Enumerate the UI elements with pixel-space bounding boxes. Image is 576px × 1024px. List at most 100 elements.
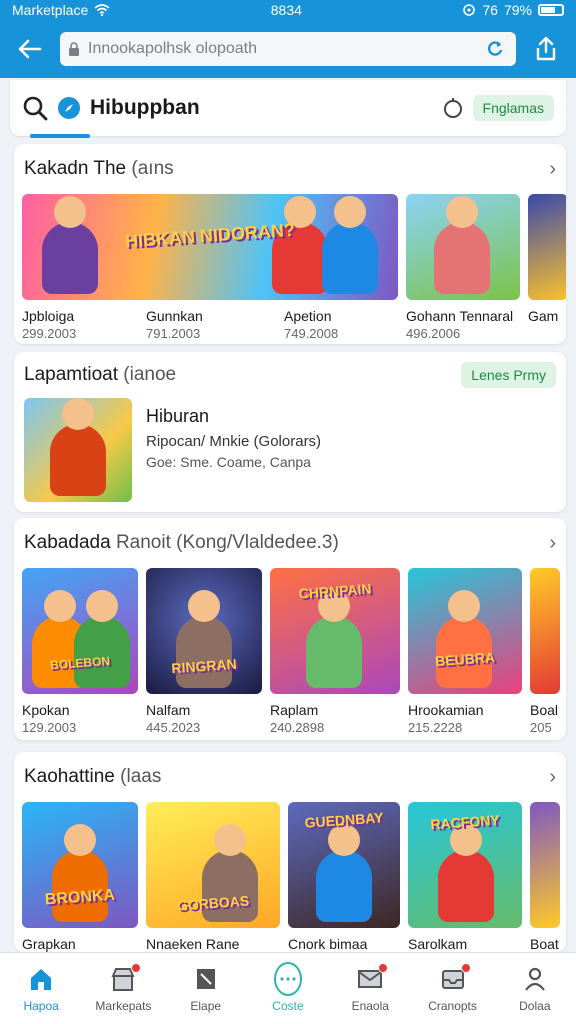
active-tab-indicator [30,134,90,138]
search-icon[interactable] [22,95,48,121]
thumbnail: BRONKA [22,802,138,928]
thumbnail-banner: HIBKAN NIDORAN? [124,219,296,252]
section-header[interactable]: Kaohattine (laas › [14,752,566,802]
thumbnail [530,568,560,694]
item-name: Cnork bimaa [288,936,368,952]
item-name: Nnaeken Rane [146,936,240,952]
nav-label: Dolaa [519,998,551,1013]
nav-profile[interactable]: Dolaa [494,953,576,1024]
filter-pill[interactable]: Fnglamas [472,95,554,121]
item-name: Boat [530,936,559,952]
item-date: 445.2023 [146,720,201,735]
item-name: Nalfam [146,702,191,718]
nav-cranopts[interactable]: Cranopts [411,953,493,1024]
status-time: 8834 [270,2,302,18]
nav-home[interactable]: Hapoa [0,953,82,1024]
list-item[interactable]: Boat [530,802,560,952]
arrow-left-icon [18,39,42,59]
section-title: Kakadn The (aıns [24,158,174,179]
store-icon [109,962,142,993]
back-button[interactable] [10,29,50,69]
bottom-navigation: Hapoa Markepats Elape Coste Enaola Crano… [0,952,576,1024]
thumbnail: BEUBRA [408,568,522,694]
list-item[interactable]: Gam [528,194,566,341]
share-button[interactable] [526,29,566,69]
list-item[interactable]: BOLEBON Kpokan 129.2003 [22,568,138,735]
section-second: Kabadada Ranoit (Kong/Vlaldedee.3) › BOL… [14,518,566,740]
featured-item[interactable]: Hiburan Ripocan/ Mnkie (Golorars) Goe: S… [14,398,566,502]
section-third: Kaohattine (laas › BRONKA Grapkan GORBOA… [14,752,566,952]
url-text: Innookapolhsk olopoath [88,40,258,57]
thumbnail: HIBKAN NIDORAN? [22,194,398,300]
section-title: Lapamtioat (ianoe [24,364,177,385]
list-item[interactable]: HIBKAN NIDORAN? Jpbloiga 299.2003 Gunnka… [22,194,398,341]
status-bar: Marketplace 8834 76 79% [0,0,576,20]
list-item[interactable]: CHRNPAIN Raplam 240.2898 [270,568,400,735]
item-date: 205 [530,720,552,735]
lock-icon [69,42,79,56]
thumbnail: RINGRAN [146,568,262,694]
list-item[interactable]: RINGRAN Nalfam 445.2023 [146,568,262,735]
status-battery-text: 79% [503,2,532,18]
item-name: Jpbloiga [22,308,75,324]
nav-label: Markepats [95,998,152,1013]
featured-pill[interactable]: Lenes Prmy [461,362,556,388]
list-item[interactable]: GUEDNBAY Cnork bimaa [288,802,400,952]
notification-badge [460,962,471,973]
thumbnail [530,802,560,928]
nav-enaola[interactable]: Enaola [329,953,411,1024]
nav-label: Cranopts [428,998,477,1013]
battery-icon [538,4,564,16]
chevron-right-icon[interactable]: › [549,532,556,555]
item-date: 749.2008 [284,326,339,341]
nav-elape[interactable]: Elape [165,953,247,1024]
list-item[interactable]: Boal 205 [530,568,560,735]
compass-icon[interactable] [58,97,80,119]
compass-icon [273,961,302,996]
thumbnail-banner: GUEDNBAY [304,808,384,831]
thumbnail: GORBOAS [146,802,280,928]
item-name: Sarolkam [408,936,468,952]
item-name: Raplam [270,702,319,718]
thumbnail: GUEDNBAY [288,802,400,928]
list-item[interactable]: GORBOAS Nnaeken Rane [146,802,280,952]
thumbnail [528,194,566,300]
tag-icon [192,965,220,993]
thumbnail [24,398,132,502]
status-carrier: Marketplace [12,2,89,18]
section-header: Lapamtioat (ianoe Lenes Prmy [14,352,566,398]
list-item[interactable]: RACFONY Sarolkam [408,802,522,952]
list-item[interactable]: BEUBRA Hrookamian 215.2228 [408,568,522,735]
thumbnail [406,194,520,300]
list-item[interactable]: BRONKA Grapkan [22,802,138,952]
timer-icon[interactable] [443,97,463,119]
nav-marketplace[interactable]: Markepats [82,953,164,1024]
inbox-icon [439,962,471,993]
item-name: Apetion [284,308,332,324]
thumbnail: BOLEBON [22,568,138,694]
nav-label: Hapoa [23,998,59,1013]
share-icon [536,36,556,61]
featured-title: Hiburan [146,406,210,426]
item-name: Gohann Tennaral [406,308,514,324]
item-name: Gunnkan [146,308,203,324]
thumbnail: RACFONY [408,802,522,928]
section-featured: Lapamtioat (ianoe Lenes Prmy Hiburan Rip… [14,352,566,512]
refresh-button[interactable] [482,36,508,62]
nav-label: Elape [190,998,222,1013]
url-bar[interactable]: Innookapolhsk olopoath [60,32,516,66]
item-name: Kpokan [22,702,70,718]
refresh-icon [488,41,503,56]
nav-label: Coste [272,998,304,1013]
chevron-right-icon[interactable]: › [549,158,556,181]
section-header[interactable]: Kakadn The (aıns › [14,144,566,194]
section-header[interactable]: Kabadada Ranoit (Kong/Vlaldedee.3) › [14,518,566,568]
item-name: Gam [528,308,559,324]
section-top-games: Kakadn The (aıns › HIBKAN NIDORAN? Jpblo… [14,144,566,344]
list-item[interactable]: Gohann Tennaral 496.2006 [406,194,520,341]
home-icon [27,965,55,993]
chevron-right-icon[interactable]: › [549,766,556,789]
item-name: Boal [530,702,559,718]
nav-coste[interactable]: Coste [247,953,329,1024]
item-name: Hrookamian [408,702,484,718]
